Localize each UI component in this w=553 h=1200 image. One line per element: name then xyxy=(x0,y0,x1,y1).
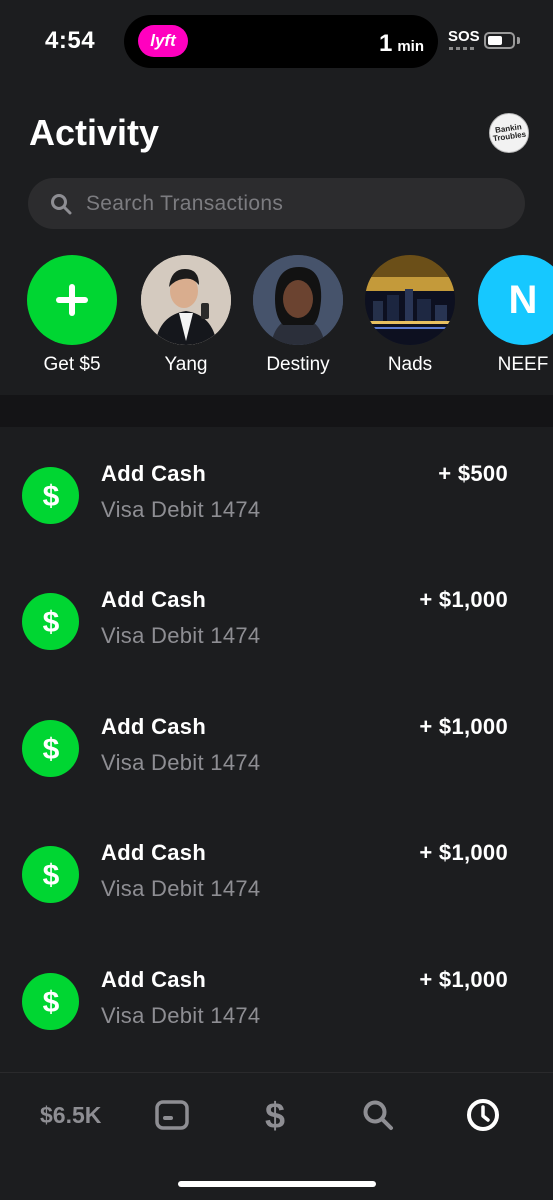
clock-icon xyxy=(467,1099,499,1131)
transaction-amount: + $500 xyxy=(438,461,508,486)
contact-name: Nads xyxy=(387,354,433,375)
battery-icon xyxy=(484,32,515,49)
search-icon xyxy=(51,193,72,214)
battery-cap xyxy=(517,37,520,44)
dollar-icon: $ xyxy=(265,1097,285,1133)
search-placeholder: Search Transactions xyxy=(86,191,284,215)
signal-dots-icon xyxy=(449,47,475,50)
tab-discover[interactable] xyxy=(362,1093,394,1137)
contact-name: Get $5 xyxy=(43,354,101,375)
cash-app-dollar-icon: $ xyxy=(22,846,79,903)
transaction-subtitle: Visa Debit 1474 xyxy=(101,1003,261,1028)
cash-app-dollar-icon: $ xyxy=(22,593,79,650)
transaction-row[interactable]: $ Add Cash Visa Debit 1474 + $500 xyxy=(0,461,553,567)
eta-number: 1 xyxy=(378,30,393,57)
page-title: Activity xyxy=(29,112,160,153)
transaction-title: Add Cash xyxy=(101,461,207,486)
transaction-row[interactable]: $ Add Cash Visa Debit 1474 + $1,000 xyxy=(0,967,553,1073)
status-time: 4:54 xyxy=(45,27,96,54)
avatar xyxy=(141,255,231,345)
tab-card[interactable] xyxy=(155,1093,189,1137)
contact-yang[interactable]: Yang xyxy=(131,255,241,376)
avatar xyxy=(365,255,455,345)
profile-avatar[interactable]: Bankin Troubles xyxy=(489,113,529,153)
transaction-amount: + $1,000 xyxy=(419,840,508,865)
contact-name: NEEF xyxy=(497,354,549,375)
avatar-initial: N xyxy=(508,277,538,322)
battery-level xyxy=(488,36,502,45)
transaction-amount: + $1,000 xyxy=(419,587,508,612)
transaction-amount: + $1,000 xyxy=(419,967,508,992)
activity-screen: 4:54 lyft 1 min SOS Activity Bankin Trou… xyxy=(0,0,553,1200)
network-status: SOS xyxy=(448,28,480,45)
tab-balance[interactable]: $6.5K xyxy=(40,1093,101,1137)
cash-app-dollar-icon: $ xyxy=(22,973,79,1030)
section-divider xyxy=(0,395,553,427)
avatar: N xyxy=(478,255,553,345)
contact-name: Destiny xyxy=(266,354,330,375)
contact-nads[interactable]: Nads xyxy=(355,255,465,376)
svg-text:$: $ xyxy=(42,859,59,892)
svg-text:$: $ xyxy=(42,986,59,1019)
contact-destiny[interactable]: Destiny xyxy=(243,255,353,376)
transaction-subtitle: Visa Debit 1474 xyxy=(101,623,261,648)
svg-text:$: $ xyxy=(42,733,59,766)
transaction-row[interactable]: $ Add Cash Visa Debit 1474 + $1,000 xyxy=(0,840,553,946)
transaction-title: Add Cash xyxy=(101,714,207,739)
svg-text:$: $ xyxy=(42,480,59,513)
avatar xyxy=(253,255,343,345)
eta-unit: min xyxy=(397,38,424,55)
plus-icon xyxy=(27,255,117,345)
search-icon xyxy=(363,1100,393,1130)
transaction-title: Add Cash xyxy=(101,967,207,992)
dynamic-island[interactable]: lyft 1 min xyxy=(124,15,438,68)
transaction-subtitle: Visa Debit 1474 xyxy=(101,497,261,522)
eta-readout: 1 min xyxy=(379,30,424,58)
svg-text:$: $ xyxy=(265,1097,285,1133)
transaction-title: Add Cash xyxy=(101,840,207,865)
cash-app-dollar-icon: $ xyxy=(22,720,79,777)
profile-avatar-text: Bankin Troubles xyxy=(492,122,527,144)
transaction-amount: + $1,000 xyxy=(419,714,508,739)
transaction-row[interactable]: $ Add Cash Visa Debit 1474 + $1,000 xyxy=(0,714,553,820)
cash-app-dollar-icon: $ xyxy=(22,467,79,524)
transaction-subtitle: Visa Debit 1474 xyxy=(101,876,261,901)
home-indicator[interactable] xyxy=(178,1181,376,1187)
tab-money[interactable]: $ xyxy=(262,1093,288,1137)
transaction-subtitle: Visa Debit 1474 xyxy=(101,750,261,775)
contact-neef[interactable]: N NEEF xyxy=(468,255,553,376)
tab-activity[interactable] xyxy=(466,1093,500,1137)
transaction-title: Add Cash xyxy=(101,587,207,612)
svg-text:$: $ xyxy=(42,606,59,639)
transaction-row[interactable]: $ Add Cash Visa Debit 1474 + $1,000 xyxy=(0,587,553,693)
search-input[interactable]: Search Transactions xyxy=(28,178,525,229)
lyft-logo-icon: lyft xyxy=(138,25,188,57)
contact-name: Yang xyxy=(164,354,208,375)
card-icon xyxy=(155,1100,189,1130)
contact-get-5[interactable]: Get $5 xyxy=(17,255,127,376)
